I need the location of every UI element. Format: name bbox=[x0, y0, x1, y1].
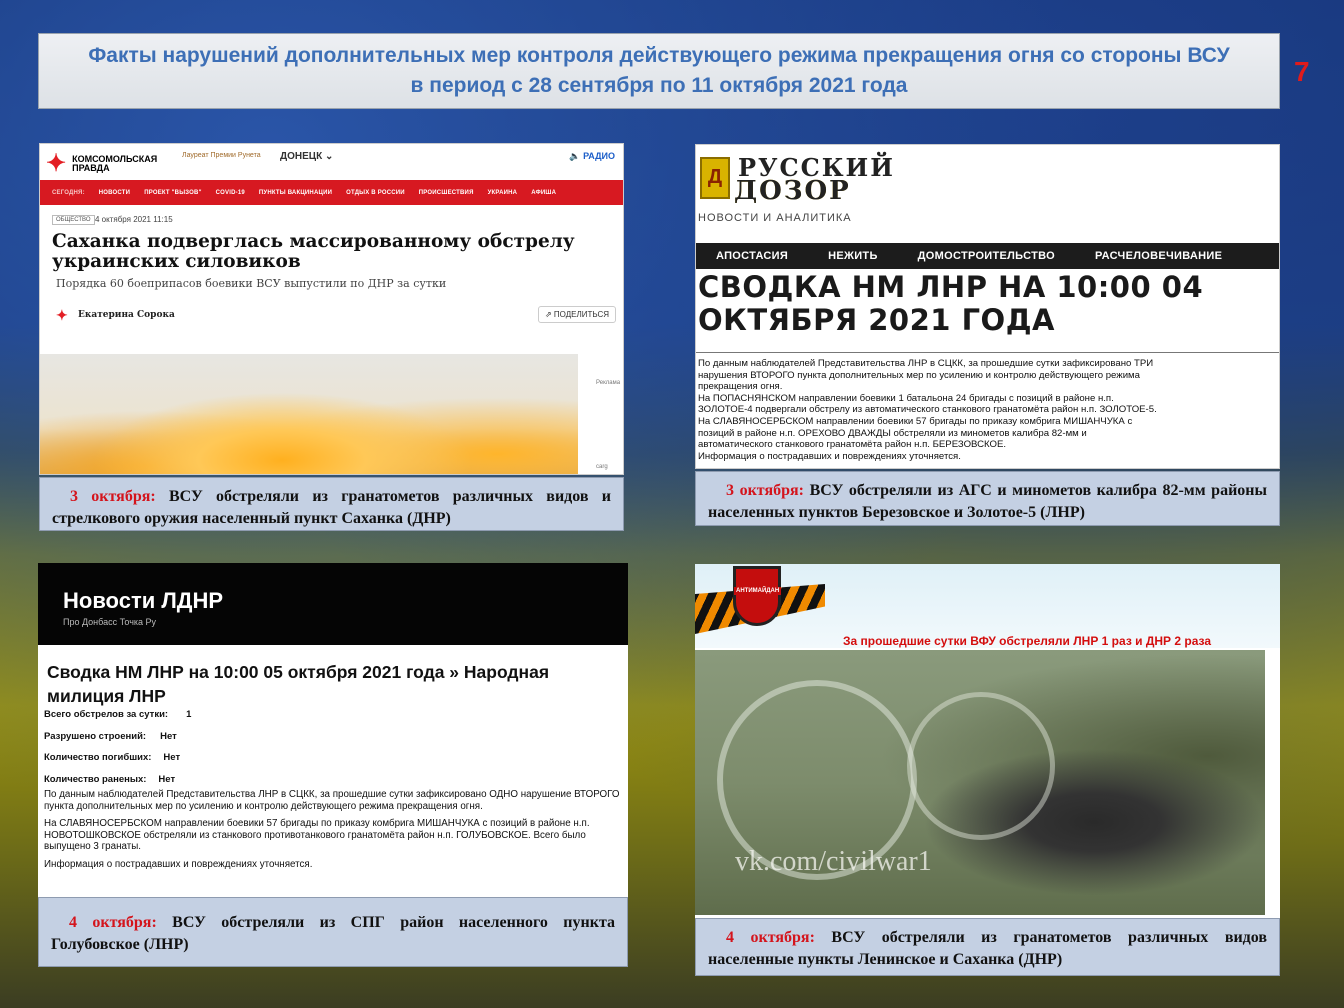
caption-date: 4 октября: bbox=[726, 929, 815, 946]
screenshot-novosti-ldnr: Новости ЛДНР Про Донбасс Точка Ру Сводка… bbox=[38, 563, 628, 897]
kp-side-ad-2: carg bbox=[596, 464, 608, 470]
dozor-nav: АПОСТАСИЯ НЕЖИТЬ ДОМОСТРОИТЕЛЬСТВО РАСЧЕ… bbox=[696, 243, 1279, 269]
dozor-body-line: На СЛАВЯНОСЕРБСКОМ направлении боевики 5… bbox=[698, 415, 1133, 427]
kp-nav-item: ПРОЕКТ "ВЫЗОВ" bbox=[144, 189, 202, 196]
ldnr-stat-value: Нет bbox=[163, 752, 181, 763]
ldnr-stat-row: Разрушено строений: Нет bbox=[44, 731, 191, 753]
dozor-nav-item: НЕЖИТЬ bbox=[828, 250, 878, 262]
dozor-headline: СВОДКА НМ ЛНР НА 10:00 04 ОКТЯБРЯ 2021 Г… bbox=[698, 271, 1203, 337]
kp-site-name: КОМСОМОЛЬСКАЯ ПРАВДА bbox=[72, 153, 158, 173]
jccc-emblem-inner-icon bbox=[907, 692, 1055, 840]
dozor-body-line: ЗОЛОТОЕ-4 подвергали обстрелу из автомат… bbox=[698, 404, 1157, 416]
screenshot-kp: ✦ КОМСОМОЛЬСКАЯ ПРАВДА Лауреат Премии Ру… bbox=[39, 143, 624, 475]
screenshot-antimaidan: АНТИМАЙДАН За прошедшие сутки ВФУ обстре… bbox=[695, 564, 1280, 918]
slide-title: Факты нарушений дополнительных мер контр… bbox=[38, 33, 1280, 109]
kp-nav-item: НОВОСТИ bbox=[98, 189, 131, 196]
kp-side-ad: Реклама bbox=[596, 380, 621, 386]
kp-nav-item: COVID-19 bbox=[215, 189, 245, 196]
kp-author: Екатерина Сорока bbox=[78, 310, 175, 320]
caption-date: 3 октября: bbox=[70, 488, 156, 505]
caption-3: 4 октября: ВСУ обстреляли из СПГ район н… bbox=[38, 897, 628, 967]
slide-number: 7 bbox=[1294, 56, 1310, 87]
ldnr-stat-row: Количество погибших: Нет bbox=[44, 752, 191, 774]
ldnr-paragraph: Информация о пострадавших и повреждениях… bbox=[44, 858, 313, 870]
dozor-body-line: прекращения огня. bbox=[698, 381, 783, 393]
ldnr-header: Новости ЛДНР Про Донбасс Точка Ру bbox=[38, 563, 628, 645]
dozor-body-line: позиций в районе н.п. ОРЕХОВО ДВАЖДЫ обс… bbox=[698, 427, 1087, 439]
caption-date: 4 октября: bbox=[69, 914, 157, 931]
dozor-nav-item: ДОМОСТРОИТЕЛЬСТВО bbox=[917, 250, 1055, 262]
caption-2: 3 октября: ВСУ обстреляли из АГС и мином… bbox=[695, 471, 1280, 526]
kp-nav-item: ПРОИСШЕСТВИЯ bbox=[418, 189, 474, 196]
ldnr-site-subtitle: Про Донбасс Точка Ру bbox=[63, 617, 157, 627]
dozor-body: По данным наблюдателей Представительства… bbox=[698, 358, 1278, 462]
kp-share-button: ⇗ ПОДЕЛИТЬСЯ bbox=[538, 306, 616, 323]
kp-date: 4 октября 2021 11:15 bbox=[95, 215, 173, 224]
dozor-divider bbox=[696, 352, 1279, 353]
ldnr-stat-value: Нет bbox=[158, 773, 176, 785]
kp-star-icon: ✦ bbox=[46, 150, 67, 177]
kp-nav-item: УКРАИНА bbox=[487, 189, 518, 196]
title-line-1: Факты нарушений дополнительных мер контр… bbox=[88, 44, 1230, 67]
title-line-2: в период с 28 сентября по 11 октября 202… bbox=[410, 74, 908, 97]
ldnr-stat-value: 1 bbox=[186, 709, 192, 720]
kp-subtitle: Порядка 60 боеприпасов боевики ВСУ выпус… bbox=[56, 277, 447, 290]
antimaidan-shield-icon: АНТИМАЙДАН bbox=[733, 566, 782, 626]
screenshot-russkiy-dozor: Д РУССКИЙ ДОЗОР НОВОСТИ И АНАЛИТИКА АПОС… bbox=[695, 144, 1280, 469]
ldnr-stat-label: Количество раненых: bbox=[44, 773, 147, 785]
kp-navbar: СЕГОДНЯ: НОВОСТИ ПРОЕКТ "ВЫЗОВ" COVID-19… bbox=[40, 180, 623, 205]
kp-nav-item: ПУНКТЫ ВАКЦИНАЦИИ bbox=[258, 189, 333, 196]
kp-nav-item: ОТДЫХ В РОССИИ bbox=[346, 189, 405, 196]
kp-nav-item: СЕГОДНЯ: bbox=[52, 189, 85, 196]
kp-radio: 🔈 РАДИО bbox=[569, 151, 615, 161]
antimaidan-red-text: За прошедшие сутки ВФУ обстреляли ЛНР 1 … bbox=[843, 634, 1212, 648]
ldnr-stats: Всего обстрелов за сутки: 1 Разрушено стр… bbox=[44, 709, 191, 795]
dozor-crest-icon: Д bbox=[700, 157, 730, 199]
kp-logo: ✦ КОМСОМОЛЬСКАЯ ПРАВДА bbox=[46, 149, 182, 178]
ldnr-site-title: Новости ЛДНР bbox=[63, 588, 224, 613]
kp-nav-item: АФИША bbox=[531, 189, 557, 196]
dozor-headline-1: СВОДКА НМ ЛНР НА 10:00 04 bbox=[698, 270, 1204, 304]
caption-4: 4 октября: ВСУ обстреляли из гранатомето… bbox=[695, 918, 1280, 976]
ldnr-headline: Сводка НМ ЛНР на 10:00 05 октября 2021 г… bbox=[47, 662, 550, 706]
dozor-body-line: На ПОПАСНЯНСКОМ направлении боевики 1 ба… bbox=[698, 392, 1114, 404]
soldier-photo: vk.com/civilwar1 bbox=[695, 650, 1265, 915]
ldnr-body: По данным наблюдателей Представительства… bbox=[44, 789, 624, 877]
ldnr-stat-label: Всего обстрелов за сутки: bbox=[44, 709, 169, 720]
ldnr-stat-label: Разрушено строений: bbox=[44, 730, 147, 742]
kp-author-icon: ✦ bbox=[56, 307, 68, 323]
dozor-body-line: Информация о пострадавших и повреждениях… bbox=[698, 450, 961, 462]
caption-1: 3 октября: ВСУ обстреляли из гранатомето… bbox=[39, 477, 624, 531]
dozor-nav-item: РАСЧЕЛОВЕЧИВАНИЕ bbox=[1094, 250, 1223, 262]
antimaidan-badge: АНТИМАЙДАН bbox=[734, 587, 782, 595]
dozor-tagline: НОВОСТИ И АНАЛИТИКА bbox=[698, 212, 852, 224]
ldnr-paragraph: По данным наблюдателей Представительства… bbox=[44, 789, 620, 812]
dozor-body-line: автоматического станкового гранатомёта р… bbox=[698, 439, 1007, 451]
dozor-nav-item: АПОСТАСИЯ bbox=[716, 250, 789, 262]
caption-date: 3 октября: bbox=[726, 482, 804, 499]
kp-region: ДОНЕЦК ⌄ bbox=[280, 151, 334, 162]
kp-tag: ОБЩЕСТВО bbox=[52, 215, 95, 225]
dozor-brand-2: ДОЗОР bbox=[734, 176, 851, 206]
ldnr-paragraph: На СЛАВЯНОСЕРБСКОМ направлении боевики 5… bbox=[44, 818, 590, 853]
kp-headline: Саханка подверглась массированному обстр… bbox=[52, 231, 575, 272]
ldnr-stat-row: Всего обстрелов за сутки: 1 bbox=[44, 709, 191, 731]
dozor-headline-2: ОКТЯБРЯ 2021 ГОДА bbox=[698, 303, 1055, 337]
dozor-body-line: По данным наблюдателей Представительства… bbox=[698, 358, 1154, 369]
kp-explosion-photo bbox=[40, 354, 578, 474]
vk-watermark: vk.com/civilwar1 bbox=[735, 846, 932, 877]
ldnr-stat-value: Нет bbox=[160, 730, 177, 742]
kp-laureat: Лауреат Премии Рунета bbox=[182, 152, 261, 159]
dozor-body-line: нарушения ВТОРОГО пункта дополнительных … bbox=[698, 369, 1140, 381]
ldnr-stat-label: Количество погибших: bbox=[44, 752, 152, 763]
